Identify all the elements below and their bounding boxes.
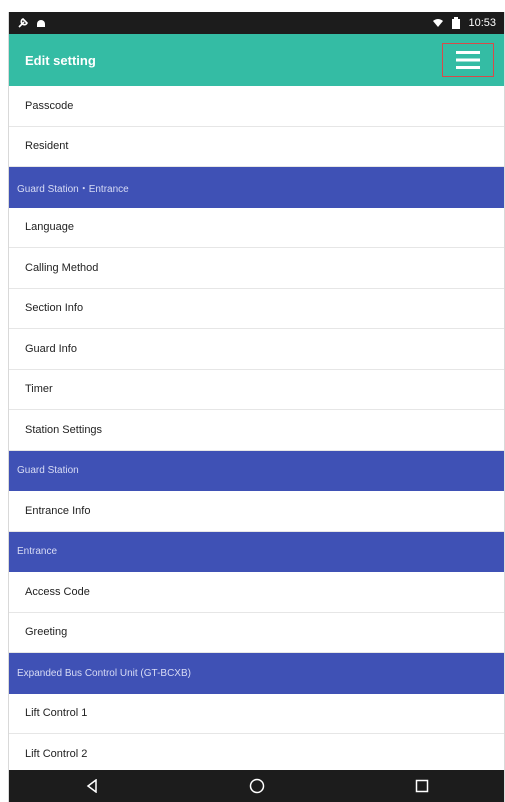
list-item-label: Section Info	[25, 302, 84, 315]
list-item-label: Lift Control 1	[25, 707, 88, 720]
list-item-label: Calling Method	[25, 261, 99, 274]
list-item-label: Lift Control 2	[25, 747, 88, 760]
status-left	[17, 17, 47, 29]
section-header-expanded-bus-control-unit: Expanded Bus Control Unit (GT-BCXB)	[9, 653, 504, 694]
wrench-icon	[17, 17, 29, 29]
navigation-bar	[9, 770, 504, 802]
list-item-access-code[interactable]: Access Code	[9, 572, 504, 613]
list-item-label: Access Code	[25, 585, 90, 598]
recents-button[interactable]	[402, 772, 442, 800]
list-item-calling-method[interactable]: Calling Method	[9, 248, 504, 289]
wifi-icon	[432, 17, 444, 29]
back-triangle-icon	[86, 779, 97, 793]
list-item-station-settings[interactable]: Station Settings	[9, 410, 504, 451]
menu-button[interactable]	[442, 43, 494, 77]
device-screen: 10:53 Edit setting Passcode Resident Gua…	[8, 12, 505, 802]
section-header-guard-station-entrance: Guard Station・Entrance	[9, 167, 504, 208]
home-button[interactable]	[237, 772, 277, 800]
status-right: 10:53	[432, 17, 496, 29]
list-item-resident[interactable]: Resident	[9, 126, 504, 167]
battery-icon	[450, 17, 462, 29]
list-item-guard-info[interactable]: Guard Info	[9, 329, 504, 370]
list-item-lift-control-2[interactable]: Lift Control 2	[9, 734, 504, 775]
android-icon	[35, 17, 47, 29]
list-item-timer[interactable]: Timer	[9, 369, 504, 410]
status-bar: 10:53	[9, 12, 504, 34]
list-item-label: Passcode	[25, 99, 74, 112]
list-item-label: Entrance Info	[25, 504, 91, 517]
app-bar: Edit setting	[9, 34, 504, 86]
section-header-entrance: Entrance	[9, 531, 504, 572]
list-item-label: Station Settings	[25, 423, 103, 436]
page-title: Edit setting	[25, 52, 96, 68]
list-item-entrance-info[interactable]: Entrance Info	[9, 491, 504, 532]
list-item-label: Timer	[25, 383, 53, 396]
list-item-label: Resident	[25, 140, 69, 153]
home-circle-icon	[249, 778, 264, 794]
list-item-lift-control-1[interactable]: Lift Control 1	[9, 693, 504, 734]
back-button[interactable]	[72, 772, 112, 800]
list-item-language[interactable]: Language	[9, 207, 504, 248]
recents-square-icon	[415, 779, 428, 793]
list-item-label: Language	[25, 221, 74, 234]
hamburger-menu-icon	[456, 51, 480, 69]
list-item-section-info[interactable]: Section Info	[9, 288, 504, 329]
list-item-label: Greeting	[25, 626, 68, 639]
list-item-greeting[interactable]: Greeting	[9, 612, 504, 653]
list-item-passcode[interactable]: Passcode	[9, 86, 504, 127]
section-header-guard-station: Guard Station	[9, 450, 504, 491]
settings-list: Passcode Resident Guard Station・Entrance…	[9, 86, 504, 780]
list-item-label: Guard Info	[25, 342, 77, 355]
status-time: 10:53	[468, 17, 496, 29]
